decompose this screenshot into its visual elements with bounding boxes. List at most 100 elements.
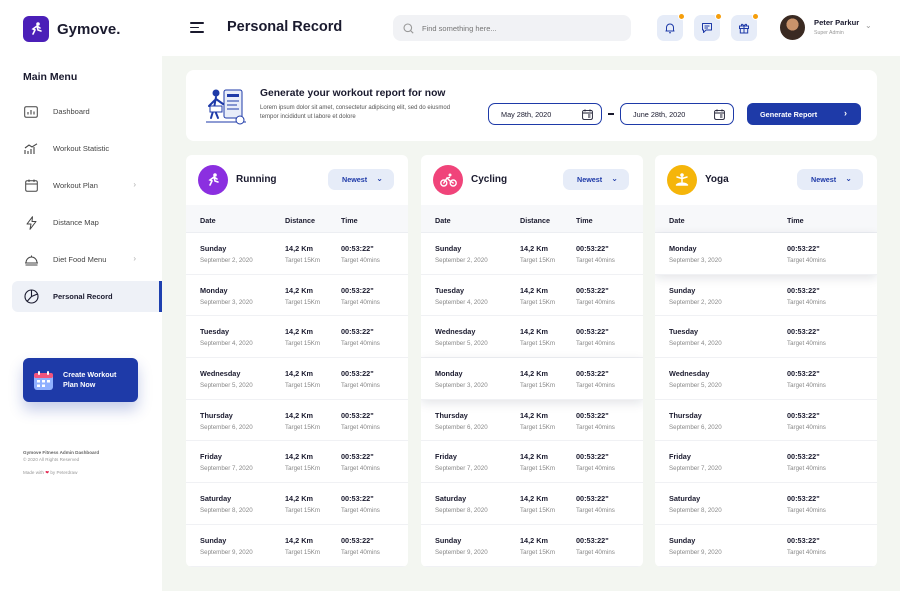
page-title: Personal Record <box>227 19 343 35</box>
row-time: 00:53:22" <box>341 535 374 545</box>
notification-button[interactable] <box>657 13 685 41</box>
row-time: 00:53:22" <box>576 452 609 462</box>
table-row-highlighted[interactable]: Monday September 3, 2020 14,2 Km Target 15K… <box>421 358 643 400</box>
menu-toggle-icon[interactable] <box>190 22 204 34</box>
column-distance: Distance <box>520 216 550 225</box>
date-from-field[interactable]: May 28th, 2020 <box>488 103 602 125</box>
brand-name: Gymove. <box>57 20 121 38</box>
chevron-right-icon: › <box>133 254 136 263</box>
chevron-down-icon: ⌄ <box>845 174 852 183</box>
table-row[interactable]: Friday September 7, 2020 14,2 Km Target 15K… <box>186 441 408 484</box>
row-time-target: Target 40mins <box>787 507 826 515</box>
sort-dropdown[interactable]: Newest ⌄ <box>563 169 629 190</box>
topbar: Personal Record Peter Parkur Super Admin… <box>162 0 900 56</box>
table-row[interactable]: Sunday September 9, 2020 14,2 Km Target 15K… <box>421 525 643 567</box>
sidebar-item-workout-statistic[interactable]: Workout Statistic <box>12 133 162 164</box>
row-distance-target: Target 15Km <box>285 298 321 306</box>
table-row[interactable]: Wednesday September 5, 2020 14,2 Km Target … <box>421 316 643 359</box>
generate-report-button[interactable]: Generate Report › <box>747 103 861 125</box>
row-date: September 8, 2020 <box>200 507 253 515</box>
table-row[interactable]: Thursday September 6, 2020 14,2 Km Target 1… <box>421 400 643 442</box>
row-time: 00:53:22" <box>787 369 820 379</box>
table-row[interactable]: Wednesday September 5, 2020 14,2 Km Target … <box>186 358 408 400</box>
main-content: Generate your workout report for now Lor… <box>162 56 900 591</box>
create-workout-plan-button[interactable]: Create Workout Plan Now <box>23 358 138 402</box>
row-time-target: Target 40mins <box>341 548 380 556</box>
sort-dropdown[interactable]: Newest ⌄ <box>328 169 394 190</box>
row-date: September 3, 2020 <box>200 298 253 306</box>
table-row[interactable]: Tuesday September 4, 2020 14,2 Km Target 15… <box>186 316 408 359</box>
sidebar: Gymove. Main Menu Dashboard Workout Stat… <box>0 0 162 591</box>
row-day: Friday <box>435 452 457 462</box>
row-time: 00:53:22" <box>576 410 609 420</box>
sort-dropdown[interactable]: Newest ⌄ <box>797 169 863 190</box>
sidebar-item-label: Workout Statistic <box>53 144 110 153</box>
chevron-down-icon[interactable]: ⌄ <box>865 21 872 30</box>
row-time-target: Target 40mins <box>576 465 615 473</box>
brand[interactable]: Gymove. <box>23 16 120 42</box>
column-time: Time <box>341 216 358 225</box>
avatar[interactable] <box>779 14 806 41</box>
dish-icon <box>23 252 39 268</box>
row-time-target: Target 40mins <box>341 340 380 348</box>
row-date: September 4, 2020 <box>200 340 253 348</box>
sidebar-item-dashboard[interactable]: Dashboard <box>12 96 162 127</box>
table-row[interactable]: Thursday September 6, 2020 14,2 Km Target 1… <box>186 400 408 442</box>
banner-title: Generate your workout report for now <box>260 88 446 99</box>
row-date: September 3, 2020 <box>435 382 488 390</box>
table-row[interactable]: Tuesday September 4, 2020 14,2 Km Target 15… <box>421 275 643 317</box>
card-header: Yoga Newest ⌄ <box>655 155 877 205</box>
table-row[interactable]: Thursday September 6, 2020 00:53:22" Target… <box>655 400 877 442</box>
gift-button[interactable] <box>731 13 759 41</box>
sidebar-item-personal-record[interactable]: Personal Record <box>12 281 162 312</box>
row-distance: 14,2 Km <box>285 535 313 545</box>
date-to-field[interactable]: June 28th, 2020 <box>620 103 734 125</box>
search-bar <box>393 15 631 41</box>
date-to-value: June 28th, 2020 <box>633 109 686 119</box>
gymove-logo-icon <box>23 16 49 42</box>
row-time-target: Target 40mins <box>341 257 380 264</box>
row-distance-target: Target 15Km <box>520 382 556 390</box>
row-day: Thursday <box>669 410 702 420</box>
table-row[interactable]: Sunday September 9, 2020 14,2 Km Target 15K… <box>186 525 408 567</box>
column-time: Time <box>787 216 804 225</box>
table-row[interactable]: Sunday September 2, 2020 00:53:22" Target 4… <box>655 275 877 317</box>
row-time-target: Target 40mins <box>787 465 826 473</box>
table-row[interactable]: Wednesday September 5, 2020 00:53:22" Targe… <box>655 358 877 400</box>
row-time-target: Target 40mins <box>576 382 615 390</box>
table-row[interactable]: Sunday September 2, 2020 14,2 Km Target 15K… <box>421 233 643 275</box>
sidebar-item-distance-map[interactable]: Distance Map <box>12 207 162 238</box>
table-row[interactable]: Saturday September 8, 2020 14,2 Km Target 1… <box>186 483 408 525</box>
search-input[interactable] <box>422 23 612 33</box>
table-row[interactable]: Sunday September 9, 2020 00:53:22" Target 4… <box>655 525 877 567</box>
row-date: September 2, 2020 <box>435 257 488 264</box>
row-distance-target: Target 15Km <box>520 465 556 473</box>
table-row-highlighted[interactable]: Monday September 3, 2020 00:53:22" Target 4… <box>655 233 877 275</box>
table-row[interactable]: Friday September 7, 2020 14,2 Km Target 15K… <box>421 441 643 484</box>
calendar-icon <box>582 109 593 120</box>
row-day: Saturday <box>435 494 467 504</box>
row-time: 00:53:22" <box>576 327 609 337</box>
trend-icon <box>23 141 39 157</box>
cycling-icon <box>433 165 463 195</box>
table-row[interactable]: Sunday September 2, 2020 14,2 Km Target 15K… <box>186 233 408 275</box>
table-row[interactable]: Monday September 3, 2020 14,2 Km Target 15K… <box>186 275 408 317</box>
chevron-down-icon: ⌄ <box>376 174 383 183</box>
sort-label: Newest <box>342 175 368 184</box>
user-name: Peter Parkur <box>814 18 860 27</box>
row-day: Sunday <box>669 535 696 545</box>
row-time-target: Target 40mins <box>576 423 615 431</box>
row-distance: 14,2 Km <box>520 452 548 462</box>
table-row[interactable]: Tuesday September 4, 2020 00:53:22" Target … <box>655 316 877 359</box>
row-date: September 7, 2020 <box>669 465 722 473</box>
table-row[interactable]: Friday September 7, 2020 00:53:22" Target 4… <box>655 441 877 484</box>
sidebar-item-workout-plan[interactable]: Workout Plan › <box>12 170 162 201</box>
row-day: Thursday <box>200 410 233 420</box>
table-row[interactable]: Saturday September 8, 2020 14,2 Km Target 1… <box>421 483 643 525</box>
row-distance: 14,2 Km <box>285 369 313 379</box>
messages-button[interactable] <box>694 13 722 41</box>
row-day: Wednesday <box>200 369 241 379</box>
sidebar-item-diet-food-menu[interactable]: Diet Food Menu › <box>12 244 162 275</box>
table-row[interactable]: Saturday September 8, 2020 00:53:22" Target… <box>655 483 877 525</box>
row-distance: 14,2 Km <box>520 369 548 379</box>
